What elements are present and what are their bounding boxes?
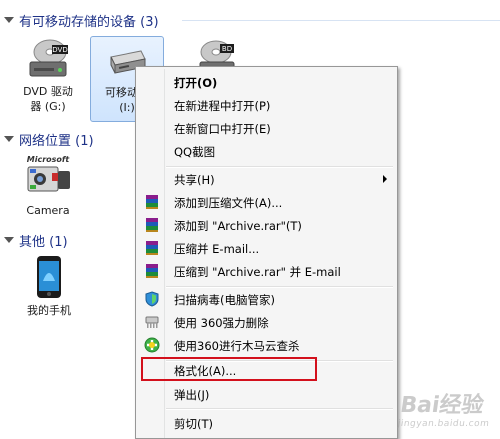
- winrar-icon: [146, 195, 158, 209]
- shredder-icon: [145, 316, 159, 328]
- menu-item-add-to-rar[interactable]: 添加到 "Archive.rar"(T): [138, 215, 395, 236]
- menu-separator: [166, 408, 393, 410]
- dvd-drive-label-1: DVD 驱动: [23, 85, 73, 98]
- phone-label: 我的手机: [27, 304, 71, 317]
- dvd-drive-icon: DVD: [29, 39, 68, 77]
- group-header-other[interactable]: 其他 (1): [0, 229, 68, 251]
- menu-item-compress-rar-email[interactable]: 压缩到 "Archive.rar" 并 E-mail: [138, 261, 395, 282]
- format-highlight-box: [141, 357, 317, 381]
- winrar-icon: [146, 218, 158, 232]
- group-title: 其他 (1): [19, 234, 68, 250]
- dvd-badge-text: DVD: [52, 46, 67, 54]
- group-title: 网络位置 (1): [19, 133, 94, 149]
- menu-item-cut[interactable]: 剪切(T): [138, 413, 395, 434]
- watermark-url: jingyan.baidu.com: [397, 419, 491, 429]
- shield-icon: [145, 291, 159, 307]
- dvd-drive-label-2: 器 (G:): [30, 100, 66, 113]
- menu-item-open-new-process[interactable]: 在新进程中打开(P): [138, 95, 395, 116]
- collapse-icon[interactable]: [4, 237, 14, 243]
- menu-item-open[interactable]: 打开(O): [138, 72, 395, 93]
- 360-icon: [144, 337, 160, 353]
- group-header-removable[interactable]: 有可移动存储的设备 (3): [0, 9, 159, 31]
- camera-label: Camera: [26, 204, 70, 217]
- submenu-arrow-icon: [383, 175, 387, 183]
- menu-item-share[interactable]: 共享(H): [138, 169, 395, 190]
- camera-icon: Microsoft: [27, 155, 71, 192]
- group-header-network[interactable]: 网络位置 (1): [0, 128, 94, 150]
- dvd-drive[interactable]: DVD DVD 驱动 器 (G:): [16, 38, 80, 118]
- group-divider: [182, 20, 500, 21]
- winrar-icon: [146, 264, 158, 278]
- menu-separator: [166, 286, 393, 288]
- menu-item-add-to-archive[interactable]: 添加到压缩文件(A)...: [138, 192, 395, 213]
- watermark-brand: Bai经验: [399, 393, 486, 418]
- phone-device[interactable]: 我的手机: [18, 255, 80, 325]
- menu-item-force-delete-360[interactable]: 使用 360强力删除: [138, 312, 395, 333]
- winrar-icon: [146, 241, 158, 255]
- group-title: 有可移动存储的设备 (3): [19, 14, 159, 30]
- camera-device[interactable]: Microsoft Camera: [18, 153, 78, 223]
- phone-icon: [37, 256, 61, 298]
- menu-separator: [166, 166, 393, 168]
- menu-item-trojan-scan-360[interactable]: 使用360进行木马云查杀: [138, 335, 395, 356]
- bd-badge-text: BD: [222, 45, 232, 53]
- context-menu: 打开(O) 在新进程中打开(P) 在新窗口中打开(E) QQ截图 共享(H) 添…: [135, 66, 398, 439]
- menu-item-open-new-window[interactable]: 在新窗口中打开(E): [138, 118, 395, 139]
- camera-brand-text: Microsoft: [27, 155, 71, 164]
- baidu-watermark: Bai经验 jingyan.baidu.com: [397, 387, 494, 429]
- menu-item-qq-screenshot[interactable]: QQ截图: [138, 141, 395, 162]
- collapse-icon[interactable]: [4, 17, 14, 23]
- menu-item-eject[interactable]: 弹出(J): [138, 384, 395, 405]
- menu-item-scan-virus[interactable]: 扫描病毒(电脑管家): [138, 289, 395, 310]
- collapse-icon[interactable]: [4, 136, 14, 142]
- menu-item-compress-email[interactable]: 压缩并 E-mail...: [138, 238, 395, 259]
